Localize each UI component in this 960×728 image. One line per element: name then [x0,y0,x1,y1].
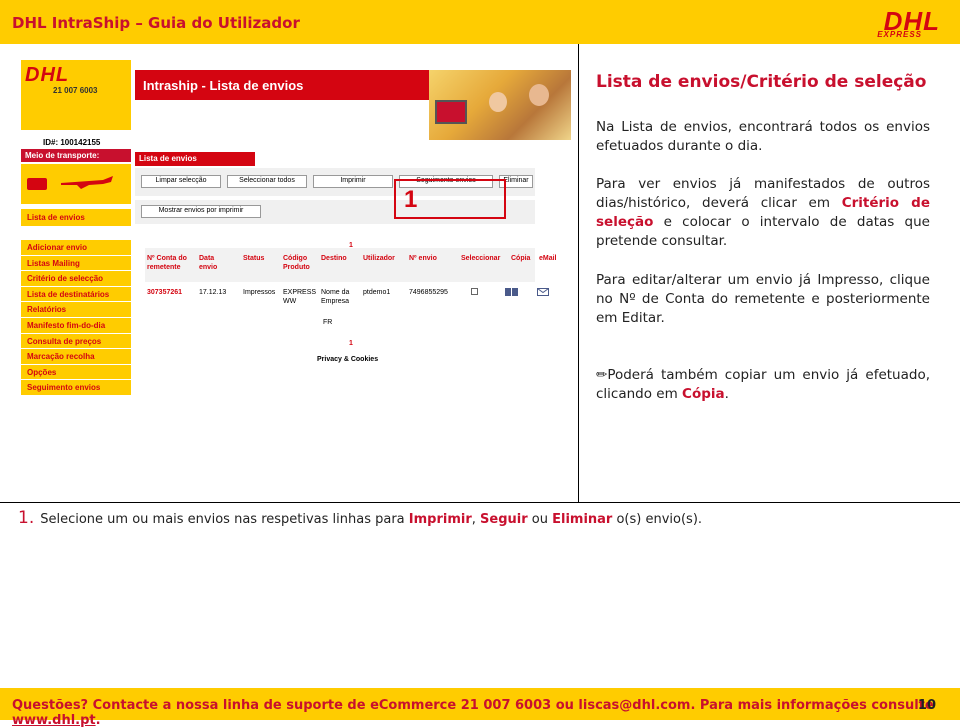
footer-bar: Questões? Contacte a nossa linha de supo… [0,688,960,728]
dhl-logo-express: EXPRESS [877,30,922,39]
row-destino: Nome da Empresa [321,289,350,305]
plane-icon[interactable] [59,174,115,190]
imprimir-button[interactable]: Imprimir [313,175,393,188]
left-menu: Adicionar envio Listas Mailing Critério … [21,240,131,396]
shipments-table: Nº Conta do remetente Data envio Status … [145,248,557,306]
col-data[interactable]: Data envio [199,254,229,272]
col-destino[interactable]: Destino [321,254,347,263]
row-select-checkbox[interactable] [471,288,478,295]
vertical-divider [578,44,579,502]
dhl-website-link[interactable]: www.dhl.pt [12,713,96,728]
person-image [489,92,507,112]
pencil-icon: ✏ [596,367,608,383]
col-status[interactable]: Status [243,254,264,263]
paragraph-2: Para ver envios já manifestados de outro… [596,175,930,251]
phone-number: 21 007 6003 [53,86,98,95]
limpar-selecao-button[interactable]: Limpar selecção [141,175,221,188]
row-conta-link[interactable]: 307357261 [147,288,182,297]
transport-label: Meio de transporte: [21,149,131,162]
callout-number: 1 [404,186,418,213]
row-status: Impressos [243,289,276,296]
footnote-text: Selecione um ou mais envios nas respetiv… [40,512,409,527]
col-codigo[interactable]: Código Produto [283,254,315,272]
menu-item-manifesto[interactable]: Manifesto fim-do-dia [21,317,131,334]
email-icon[interactable] [537,288,549,296]
menu-item-listas-mailing[interactable]: Listas Mailing [21,255,131,272]
row-data: 17.12.13 [199,289,227,296]
menu-item-seguimento[interactable]: Seguimento envios [21,380,131,396]
mostrar-envios-button[interactable]: Mostrar envios por imprimir [141,205,261,218]
footnote-number: 1. [18,508,35,528]
paragraph-4-text-end: . [724,386,729,402]
transport-icons [21,164,131,204]
paragraph-3: Para editar/alterar um envio já Impresso… [596,272,930,326]
intraship-screenshot: DHL 21 007 6003 ID#: 100142155 Meio de t… [21,60,571,400]
nav-lista-envios[interactable]: Lista de envios [21,208,131,226]
row-destino-pais: FR [323,319,333,326]
truck-icon[interactable] [27,178,47,190]
col-conta[interactable]: Nº Conta do remetente [147,254,193,272]
main-panel: Intraship - Lista de envios Lista de env… [135,60,571,400]
footnote-sep: , [471,512,481,527]
left-panel-header: DHL 21 007 6003 [21,60,131,130]
section-label: Lista de envios [135,152,255,166]
col-copia[interactable]: Cópia [511,254,530,263]
footnote-text-end: o(s) envio(s). [612,512,703,527]
horizontal-divider [0,502,960,503]
seleccionar-todos-button[interactable]: Seleccionar todos [227,175,307,188]
seguir-keyword: Seguir [480,512,528,527]
row-utilizador: ptdemo1 [363,289,391,296]
section-title: Lista de envios/Critério de seleção [596,72,927,92]
menu-item-opcoes[interactable]: Opções [21,364,131,381]
person-image [529,84,549,106]
row-produto: EXPRESS WW [283,289,317,305]
eliminar-keyword: Eliminar [552,512,613,527]
monitor-image [435,100,467,124]
copia-link[interactable]: Cópia [682,386,725,402]
footer-period: . [95,713,101,728]
page-number: 10 [917,698,936,713]
paragraph-4-text: Poderá também copiar um envio já efetuad… [596,367,930,402]
menu-item-marcacao-recolha[interactable]: Marcação recolha [21,349,131,365]
col-utilizador[interactable]: Utilizador [363,254,395,263]
page-title: Intraship - Lista de envios [135,70,429,100]
header-photo [429,70,571,140]
col-seleccionar[interactable]: Seleccionar [461,254,500,263]
paragraph-4: ✏Poderá também copiar um envio já efetua… [596,366,930,404]
menu-item-relatorios[interactable]: Relatórios [21,302,131,318]
account-id: ID#: 100142155 [43,138,101,147]
row-envio: 7496855295 [409,289,448,296]
menu-item-lista-destinatarios[interactable]: Lista de destinatários [21,286,131,303]
footnote: 1. Selecione um ou mais envios nas respet… [18,508,702,528]
col-email[interactable]: eMail [539,254,557,263]
footer-text: Questões? Contacte a nossa linha de supo… [12,698,960,728]
document-title: DHL IntraShip – Guia do Utilizador [12,14,300,32]
footer-contact: Questões? Contacte a nossa linha de supo… [12,698,934,713]
dhl-logo: DHL EXPRESS [877,6,940,39]
menu-item-consulta-precos[interactable]: Consulta de preços [21,333,131,350]
menu-item-criterio-seleccao[interactable]: Critério de selecção [21,271,131,287]
left-panel: DHL 21 007 6003 ID#: 100142155 Meio de t… [21,60,131,400]
imprimir-keyword: Imprimir [408,512,472,527]
privacy-link[interactable]: Privacy & Cookies [317,356,378,363]
dhl-small-logo: DHL [25,64,70,86]
page-number-bottom[interactable]: 1 [349,340,353,347]
header-bar: DHL IntraShip – Guia do Utilizador DHL E… [0,0,960,44]
col-envio[interactable]: Nº envio [409,254,437,263]
footnote-sep: ou [527,512,553,527]
copy-icon[interactable] [505,288,519,296]
menu-item-adicionar-envio[interactable]: Adicionar envio [21,240,131,256]
paragraph-1: Na Lista de envios, encontrará todos os … [596,119,930,154]
table-header: Nº Conta do remetente Data envio Status … [145,248,557,282]
